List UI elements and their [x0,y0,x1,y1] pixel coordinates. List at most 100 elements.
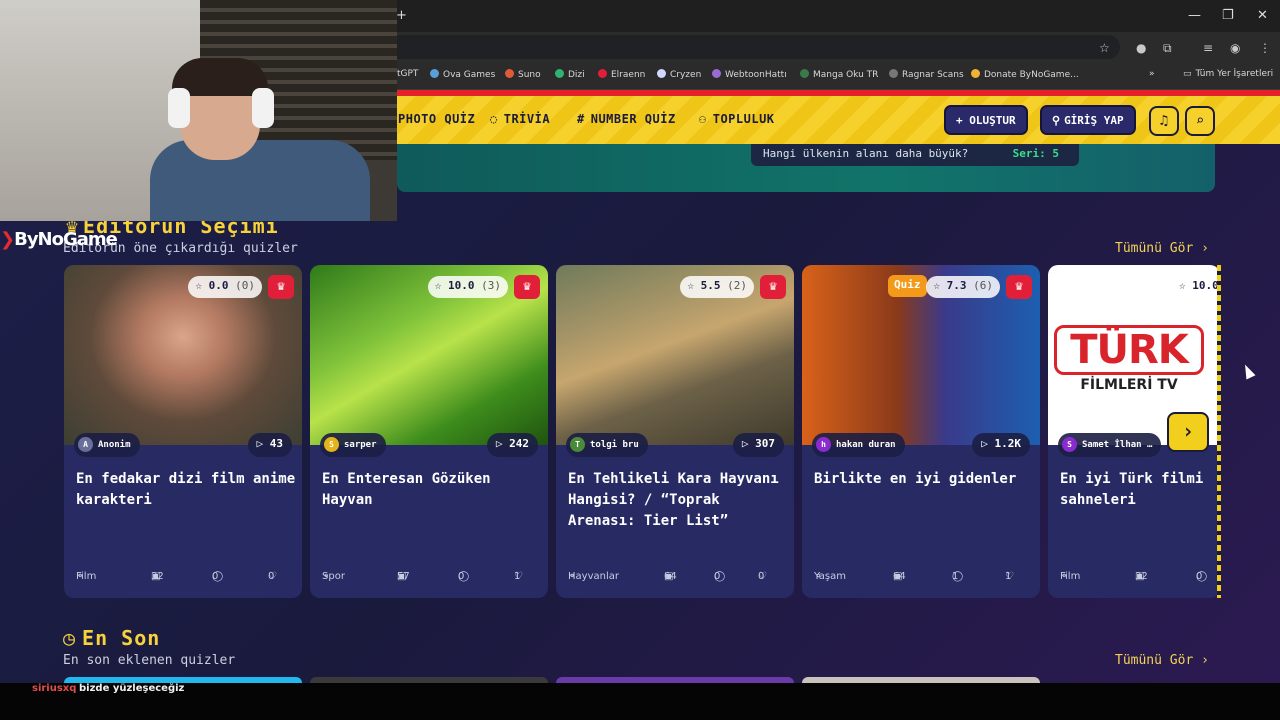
chat-username: siriusxq [32,683,77,694]
bookmark-item[interactable]: Elraenn [598,69,645,80]
all-bookmarks-folder[interactable]: ▭ Tüm Yer İşaretleri [1183,69,1273,79]
play-count: ▷ 1.2K [972,433,1030,457]
nav-community[interactable]: ⚇ TOPLULUK [699,112,775,126]
minimize-icon[interactable]: — [1188,8,1201,23]
rating-badge: ☆ 7.3 (6) [926,276,1000,298]
bookmarks-more-icon[interactable]: » [1149,69,1155,79]
star-icon: ☆ [195,279,209,292]
crown-icon: ♛ [760,275,786,299]
bookmark-item[interactable]: tGPT [397,69,418,79]
bookmark-item[interactable]: Cryzen [657,69,701,80]
quiz-thumbnail [64,265,302,445]
chat-message: bizde yüzleşeceğiz [79,683,185,694]
quiz-title[interactable]: Birlikte en iyi gidenler [814,469,1034,490]
nav-number-quiz[interactable]: # NUMBER QUİZ [577,112,676,126]
image-title-text: TÜRK [1054,325,1204,375]
nav-photo-quiz[interactable]: PHOTO QUİZ [398,112,475,126]
latest-see-all[interactable]: Tümünü Gör › [1115,653,1209,668]
hero-banner: Hangi ülkenin alanı daha büyük? Seri: 5 [397,144,1215,192]
author-chip[interactable]: A Anonim [74,433,140,457]
crown-icon: ♛ [268,275,294,299]
quiz-badge: Quiz [888,275,927,297]
quiz-card[interactable]: ☆ 10.0 (3) ♛ Ssarper ▷ 242 En Enteresan … [310,265,548,598]
clock-icon: ◷ [63,626,77,650]
quiz-meta: ⚬ Hayvanlar ▣ 64 ◯ 0 ♡ 0 [568,571,767,582]
play-count: ▷ 307 [732,433,784,457]
editors-pick-see-all[interactable]: Tümünü Gör › [1115,241,1209,256]
play-count: ▷ 242 [486,433,538,457]
chat-icon: ◌ [490,112,498,126]
bookmark-item[interactable]: WebtoonHattı [712,69,787,80]
play-icon: ▷ [981,437,995,450]
star-icon: ☆ [434,279,448,292]
rating-badge: ☆ 10.0 (3) [427,276,508,298]
latest-subtitle: En son eklenen quizler [63,653,236,668]
quiz-meta: ⚬ Film ▣ 32 ◯ 0 ♡ 0 [76,571,277,582]
image-subtitle-text: FİLMLERİ TV [1080,377,1178,393]
latest-title: ◷ En Son [63,626,161,650]
users-icon: ⚇ [699,112,707,126]
crown-icon: ♛ [1006,275,1032,299]
rating-badge: ☆ 0.0 (0) [188,276,262,298]
stream-chat-bar: siriusxq bizde yüzleşeceğiz [0,683,1280,720]
rating-badge: ☆ 5.5 (2) [680,276,754,298]
author-chip[interactable]: S Samet İlhan … [1058,433,1162,457]
extension-icon[interactable]: ● [1136,41,1146,55]
nav-trivia[interactable]: ◌ TRİVİA [490,112,550,126]
user-icon: ⚲ [1052,114,1061,127]
menu-icon[interactable]: ⋮ [1259,41,1271,55]
play-icon: ▷ [741,437,756,450]
puzzle-icon[interactable]: ⧉ [1163,41,1172,56]
author-chip[interactable]: Ssarper [320,433,386,457]
search-icon[interactable]: ⌕ [1185,106,1215,136]
carousel-next-button[interactable]: › [1167,412,1209,452]
bookmark-item[interactable]: Dizi [555,69,585,80]
bookmark-item[interactable]: Manga Oku TR [800,69,878,80]
play-icon: ▷ [495,437,510,450]
media-icon[interactable]: ≡ [1203,41,1213,55]
address-bar[interactable] [380,35,1120,59]
bookmark-item[interactable]: Donate ByNoGame... [971,69,1079,80]
quiz-title[interactable]: En Enteresan Gözüken Hayvan [322,469,542,511]
quiz-meta: ⚬ Spor ▣ 57 ◯ 0 ♡ 1 [322,571,523,582]
avatar: T [570,437,585,452]
star-icon[interactable]: ☆ [1099,41,1110,55]
mouse-cursor [1240,362,1256,380]
restore-icon[interactable]: ❐ [1222,8,1234,23]
avatar: A [78,437,93,452]
profile-icon[interactable]: ◉ [1230,41,1240,55]
streak-label: Seri: 5 [1012,147,1059,160]
star-icon: ☆ [933,279,947,292]
avatar: S [324,437,339,452]
stream-logo: ❯ByNoGame [0,229,118,250]
quiz-title[interactable]: En Tehlikeli Kara Hayvanı Hangisi? / “To… [568,469,788,532]
play-count: ▷ 43 [247,433,292,457]
author-chip[interactable]: Ttolgi bru [566,433,648,457]
hero-question[interactable]: Hangi ülkenin alanı daha büyük? Seri: 5 [751,144,1079,166]
bookmark-item[interactable]: Ragnar Scans [889,69,964,80]
create-button[interactable]: + OLUŞTUR [944,105,1028,135]
quiz-title[interactable]: En fedakar dizi film anime karakteri [76,469,296,511]
quiz-card[interactable]: Quiz ☆ 7.3 (6) ♛ h hakan duran ▷ 1.2K Bir… [802,265,1040,598]
quiz-card[interactable]: ☆ 5.5 (2) ♛ Ttolgi bru ▷ 307 En Tehlikel… [556,265,794,598]
hash-icon: # [577,112,585,126]
play-icon: ▷ [256,437,270,450]
carousel-edge [1217,265,1221,598]
star-icon: ☆ [687,279,701,292]
login-button[interactable]: ⚲ GİRİŞ YAP [1040,105,1136,135]
crown-icon: ♛ [514,275,540,299]
quiz-card[interactable]: ☆ 0.0 (0) ♛ A Anonim ▷ 43 En fedakar dizi… [64,265,302,598]
avatar: S [1062,437,1077,452]
avatar: h [816,437,831,452]
screen: + — ❐ ✕ ☆ ● ⧉ ≡ ◉ ⋮ tGPT Ova Games Suno … [0,0,1280,720]
bell-icon[interactable]: ♫ [1149,106,1179,136]
new-tab-icon[interactable]: + [396,8,407,23]
quiz-meta: ⚬ Film ▣ 32 ◯ 0 [1060,571,1208,582]
quiz-title[interactable]: En iyi Türk filmi sahneleri [1060,469,1220,511]
author-chip[interactable]: h hakan duran [812,433,905,457]
bookmark-item[interactable]: Suno [505,69,541,80]
rating-badge: ☆ 10.0 [1172,276,1220,298]
bookmark-item[interactable]: Ova Games [430,69,495,80]
close-icon[interactable]: ✕ [1257,8,1268,23]
quiz-thumbnail [556,265,794,445]
